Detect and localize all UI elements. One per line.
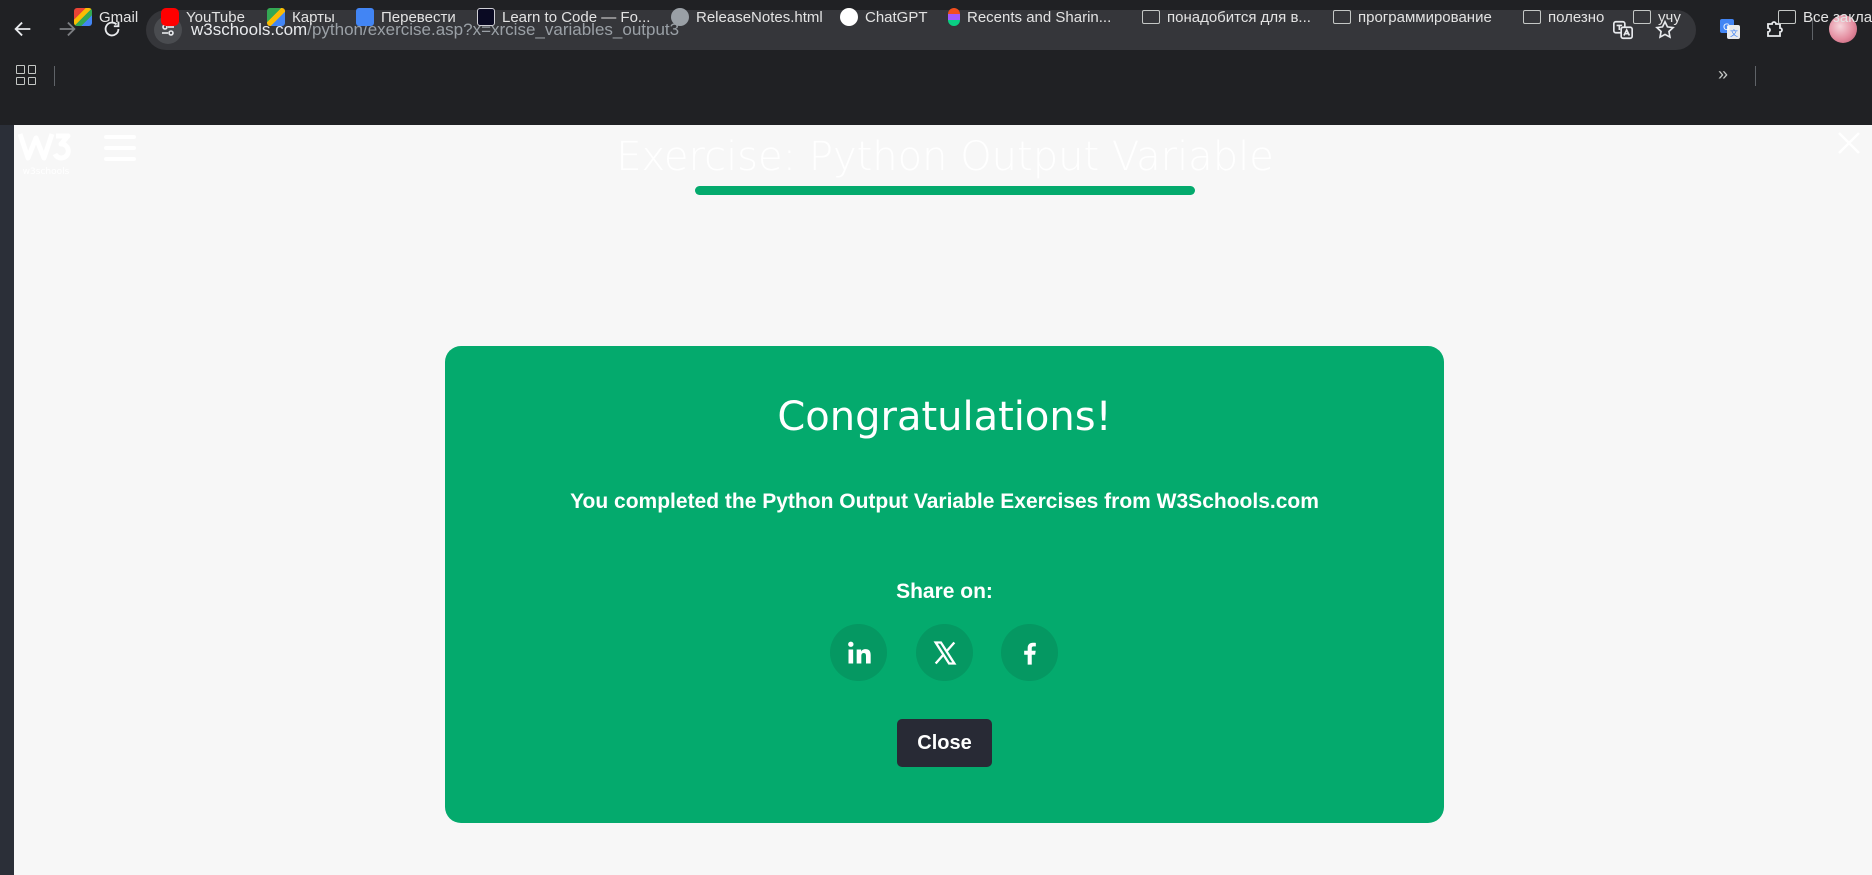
folder-icon [1633, 10, 1651, 24]
exercise-title: Exercise: Python Output Variable [616, 134, 1274, 180]
bookmark-folder-2[interactable]: программирование [1333, 5, 1492, 29]
bookmark-folder-3[interactable]: полезно [1523, 5, 1604, 29]
bookmark-figma[interactable]: Recents and Sharin... [948, 5, 1111, 29]
hamburger-icon-line [104, 135, 136, 139]
x-icon [933, 640, 956, 665]
bookmark-folder-4[interactable]: учу [1633, 5, 1681, 29]
bookmark-other-folder[interactable]: Все закла [1778, 5, 1872, 29]
arrow-left-icon [14, 21, 31, 37]
close-exercise-icon[interactable] [1836, 130, 1862, 156]
bookmark-label: ReleaseNotes.html [696, 8, 823, 26]
browser-chrome: w3schools.com/python/exercise.asp?x=xrci… [0, 0, 1872, 125]
share-label: Share on: [896, 580, 993, 603]
apps-icon[interactable] [16, 65, 36, 85]
bookmark-chatgpt[interactable]: ChatGPT [840, 5, 928, 29]
bookmark-gmail[interactable]: Gmail [74, 5, 138, 29]
bookmark-label: ChatGPT [865, 8, 928, 26]
maps-icon [267, 8, 285, 26]
youtube-icon [161, 8, 179, 26]
modal-title: Congratulations! [777, 394, 1112, 440]
bookmark-label: программирование [1358, 8, 1492, 26]
folder-icon [1778, 10, 1796, 24]
linkedin-icon [847, 641, 871, 663]
bookmark-folder-1[interactable]: понадобится для в... [1142, 5, 1311, 29]
bookmark-label: учу [1658, 8, 1681, 26]
freecodecamp-icon [477, 8, 495, 26]
bookmark-releasenotes[interactable]: ReleaseNotes.html [671, 5, 823, 29]
svg-text:文: 文 [1730, 28, 1738, 38]
bookmark-label: Recents and Sharin... [967, 8, 1112, 26]
bookmark-label: Gmail [99, 8, 139, 26]
more-bookmarks-chevron-icon[interactable]: » [1718, 64, 1728, 85]
gmail-icon [74, 8, 92, 26]
folder-icon [1333, 10, 1351, 24]
folder-icon [1142, 10, 1160, 24]
bookmark-label: Карты [292, 8, 335, 26]
back-button[interactable] [6, 12, 40, 46]
hamburger-icon-line [104, 146, 136, 150]
svg-text:G: G [1723, 23, 1730, 33]
share-linkedin-button[interactable] [830, 624, 887, 681]
bookmark-label: Перевести [381, 8, 456, 26]
google-translate-icon: G文 [1720, 19, 1740, 39]
chatgpt-icon [840, 8, 858, 26]
exercise-progress-bar [695, 186, 1195, 195]
bookmark-label: понадобится для в... [1167, 8, 1311, 26]
bookmark-label: Все закла [1803, 8, 1872, 26]
translate-icon [356, 8, 374, 26]
figma-icon [948, 8, 960, 26]
folder-icon [1523, 10, 1541, 24]
translate-icon [1613, 20, 1633, 40]
bookmark-youtube[interactable]: YouTube [161, 5, 245, 29]
bookmark-translate[interactable]: Перевести [356, 5, 456, 29]
menu-button[interactable] [104, 135, 136, 161]
hamburger-icon-line [104, 157, 136, 161]
share-facebook-button[interactable] [1001, 624, 1058, 681]
globe-icon [671, 8, 689, 26]
share-x-button[interactable] [916, 624, 973, 681]
close-button[interactable]: Close [897, 719, 992, 767]
facebook-icon [1023, 642, 1036, 665]
bookmark-label: полезно [1548, 8, 1605, 26]
bookmarks-divider [1755, 66, 1756, 86]
congratulations-modal: Congratulations! You completed the Pytho… [445, 346, 1444, 823]
bookmark-maps[interactable]: Карты [267, 5, 335, 29]
bookmark-label: Learn to Code — Fo... [502, 8, 651, 26]
translate-page-button[interactable] [1611, 18, 1635, 42]
bookmarks-divider [54, 66, 55, 86]
bookmark-freecodecamp[interactable]: Learn to Code — Fo... [477, 5, 650, 29]
modal-message: You completed the Python Output Variable… [570, 490, 1319, 513]
w3schools-logo[interactable]: w3schools [18, 128, 74, 176]
bookmarks-bar [0, 58, 1872, 92]
google-translate-extension[interactable]: G文 [1716, 15, 1744, 43]
bookmark-label: YouTube [186, 8, 245, 26]
logo-text: w3schools [23, 167, 70, 176]
